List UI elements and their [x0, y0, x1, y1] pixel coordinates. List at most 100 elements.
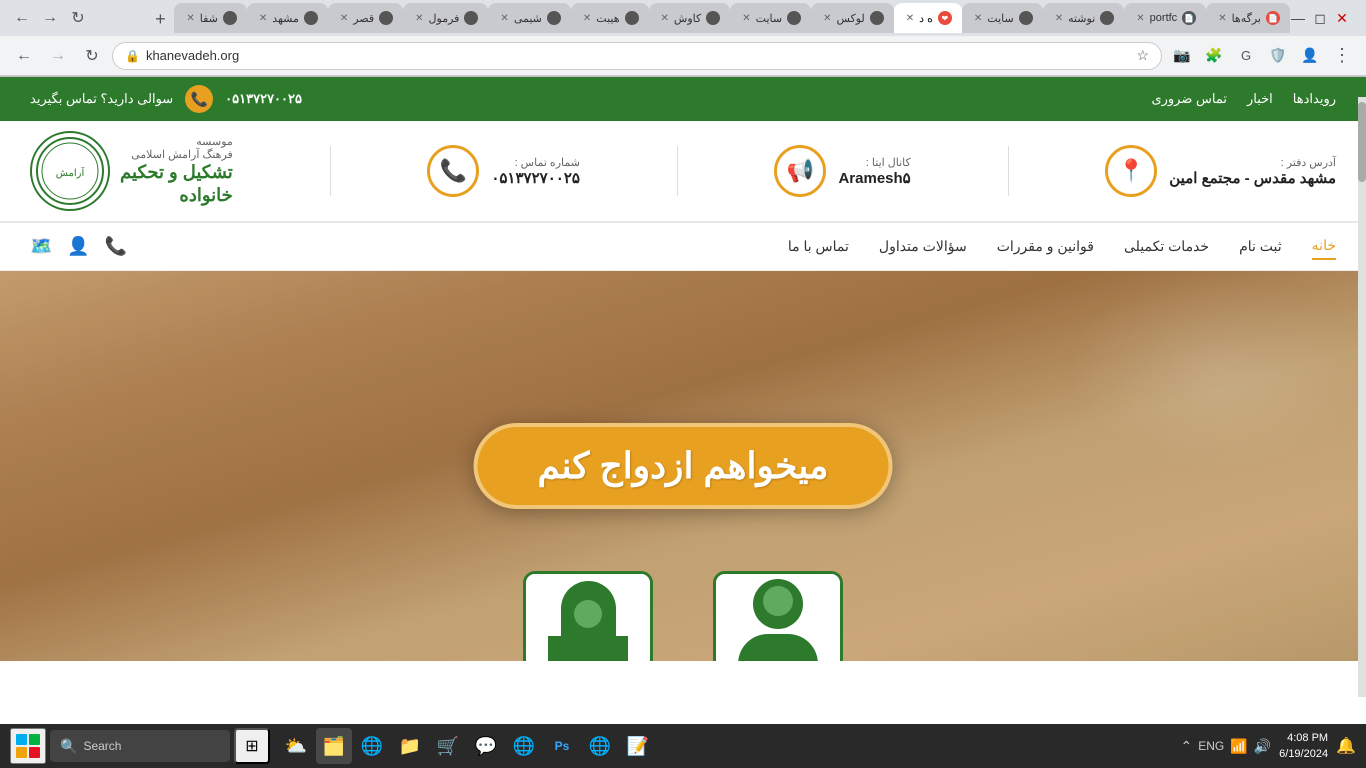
- taskbar-app-chrome[interactable]: 🌐: [506, 728, 542, 764]
- shield-button[interactable]: 🛡️: [1264, 42, 1292, 70]
- tab-close-8[interactable]: ✕: [583, 13, 591, 24]
- tab-7[interactable]: کاوش ✕: [649, 3, 731, 33]
- profile-card-male[interactable]: [713, 571, 843, 661]
- nav-home[interactable]: خانه: [1312, 233, 1336, 260]
- tab-close-0[interactable]: ✕: [1218, 13, 1226, 24]
- extension-button[interactable]: 🧩: [1200, 42, 1228, 70]
- address-label: آدرس دفتر :: [1169, 156, 1336, 169]
- phone-icon-circle: 📞: [427, 145, 479, 197]
- hero-cta-button[interactable]: میخواهم ازدواج کنم: [474, 423, 893, 509]
- tab-close-2[interactable]: ✕: [1055, 13, 1063, 24]
- volume-icon[interactable]: 🔊: [1254, 738, 1271, 755]
- start-button[interactable]: [10, 728, 46, 764]
- nav-faq[interactable]: سؤالات متداول: [879, 234, 967, 259]
- phone-nav-icon[interactable]: 📞: [105, 236, 127, 257]
- chrome-icon: 🌐: [513, 736, 535, 757]
- tab-active[interactable]: ❤ ه د ✕: [894, 3, 962, 33]
- tab-label-9: شیمی: [514, 12, 542, 25]
- taskbar-search[interactable]: 🔍 Search: [50, 730, 230, 762]
- task-view-button[interactable]: ⊞: [234, 728, 270, 764]
- minimize-button[interactable]: —: [1290, 10, 1306, 26]
- tab-1[interactable]: 📄 portfc ✕: [1124, 3, 1206, 33]
- tab-label-6: سایت: [756, 12, 782, 25]
- weather-icon: ⛅: [285, 736, 307, 757]
- scrollbar[interactable]: [1358, 97, 1366, 697]
- tab-3[interactable]: سایت ✕: [962, 3, 1043, 33]
- tab-active-label: ه د: [919, 12, 933, 25]
- tab-close-7[interactable]: ✕: [661, 13, 669, 24]
- taskbar-app-notes[interactable]: 📝: [620, 728, 656, 764]
- wifi-icon[interactable]: 📶: [1230, 738, 1247, 755]
- screenshot-button[interactable]: 📷: [1168, 42, 1196, 70]
- contact-cta[interactable]: سوالی دارید؟ تماس بگیرید: [30, 91, 173, 107]
- close-button[interactable]: ✕: [1334, 10, 1350, 26]
- scrollbar-thumb[interactable]: [1358, 102, 1366, 182]
- profile-card-female[interactable]: [523, 571, 653, 661]
- notification-icon[interactable]: 🔔: [1336, 736, 1356, 756]
- tab-close-12[interactable]: ✕: [259, 13, 267, 24]
- tab-0[interactable]: 📄 برگه‌ها ✕: [1206, 3, 1290, 33]
- star-icon[interactable]: ☆: [1136, 47, 1149, 64]
- tab-11[interactable]: قصر ✕: [328, 3, 403, 33]
- nav-rules[interactable]: قوانین و مقررات: [997, 234, 1094, 259]
- reload-button[interactable]: ↻: [64, 4, 92, 32]
- nav-register[interactable]: ثبت نام: [1239, 234, 1282, 259]
- address-reload-button[interactable]: ↻: [78, 42, 106, 70]
- tab-6[interactable]: سایت ✕: [730, 3, 811, 33]
- tab-label-7: کاوش: [674, 12, 701, 25]
- taskbar-right: ⌃ ENG 📶 🔊 4:08 PM 6/19/2024 🔔: [1181, 730, 1356, 763]
- taskbar-app-explorer[interactable]: 📁: [392, 728, 428, 764]
- windows-logo: [16, 734, 40, 758]
- toolbar-icons: 📷 🧩 G 🛡️ 👤 ⋮: [1168, 42, 1356, 70]
- nav-emergency[interactable]: تماس ضروری: [1151, 91, 1227, 107]
- back-button[interactable]: ←: [8, 4, 36, 32]
- tab-10[interactable]: فرمول ✕: [403, 3, 488, 33]
- taskbar-app-store[interactable]: 🛒: [430, 728, 466, 764]
- map-nav-icon[interactable]: 🗺️: [30, 236, 52, 257]
- top-phone-number: ۰۵۱۳۷۲۷۰۰۲۵: [225, 91, 302, 107]
- nav-events[interactable]: رویدادها: [1293, 91, 1336, 107]
- taskbar-app-weather[interactable]: ⛅: [278, 728, 314, 764]
- user-nav-icon[interactable]: 👤: [67, 236, 89, 257]
- tab-close-6[interactable]: ✕: [742, 13, 750, 24]
- divider-3: [330, 146, 331, 196]
- tab-close-3[interactable]: ✕: [974, 13, 982, 24]
- taskbar-app-chrome2[interactable]: 🌐: [582, 728, 618, 764]
- forward-button[interactable]: →: [36, 4, 64, 32]
- menu-button[interactable]: ⋮: [1328, 42, 1356, 70]
- tab-close-11[interactable]: ✕: [340, 13, 348, 24]
- tab-close-10[interactable]: ✕: [415, 13, 423, 24]
- tab-close-5[interactable]: ✕: [823, 13, 831, 24]
- tab-close-13[interactable]: ✕: [186, 13, 194, 24]
- taskbar-app-files[interactable]: 🗂️: [316, 728, 352, 764]
- taskbar-app-browser[interactable]: 🌐: [354, 728, 390, 764]
- profile-button[interactable]: 👤: [1296, 42, 1324, 70]
- address-forward-button[interactable]: →: [44, 42, 72, 70]
- tab-5[interactable]: لوکس ✕: [811, 3, 894, 33]
- tab-13[interactable]: شفا ✕: [174, 3, 247, 33]
- taskbar-app-messages[interactable]: 💬: [468, 728, 504, 764]
- top-bar-left-contact: ۰۵۱۳۷۲۷۰۰۲۵ 📞 سوالی دارید؟ تماس بگیرید: [30, 85, 302, 113]
- tab-2[interactable]: نوشته ✕: [1043, 3, 1125, 33]
- language-indicator[interactable]: ENG: [1198, 739, 1224, 753]
- nav-news[interactable]: اخبار: [1247, 91, 1273, 107]
- nav-contact[interactable]: تماس با ما: [788, 234, 849, 259]
- tabs-bar: 📄 برگه‌ها ✕ 📄 portfc ✕ نوشته ✕ سایت ✕: [92, 3, 1290, 33]
- tab-12[interactable]: مشهد ✕: [247, 3, 328, 33]
- chevron-up-icon[interactable]: ⌃: [1181, 738, 1193, 755]
- phone-label: شماره تماس :: [491, 156, 580, 169]
- tab-9[interactable]: شیمی ✕: [488, 3, 570, 33]
- nav-services[interactable]: خدمات تکمیلی: [1124, 234, 1209, 259]
- address-bar[interactable]: 🔒 khanevadeh.org ☆: [112, 42, 1162, 70]
- taskbar-app-ps[interactable]: Ps: [544, 728, 580, 764]
- new-tab-button[interactable]: +: [146, 5, 174, 33]
- tab-close-1[interactable]: ✕: [1136, 13, 1144, 24]
- system-clock[interactable]: 4:08 PM 6/19/2024: [1279, 730, 1328, 763]
- tab-8[interactable]: هیبت ✕: [571, 3, 649, 33]
- tab-close-9[interactable]: ✕: [500, 13, 508, 24]
- maximize-button[interactable]: ◻: [1312, 10, 1328, 26]
- address-back-button[interactable]: ←: [10, 42, 38, 70]
- tab-close-active[interactable]: ✕: [906, 13, 914, 24]
- translate-button[interactable]: G: [1232, 42, 1260, 70]
- divider-2: [677, 146, 678, 196]
